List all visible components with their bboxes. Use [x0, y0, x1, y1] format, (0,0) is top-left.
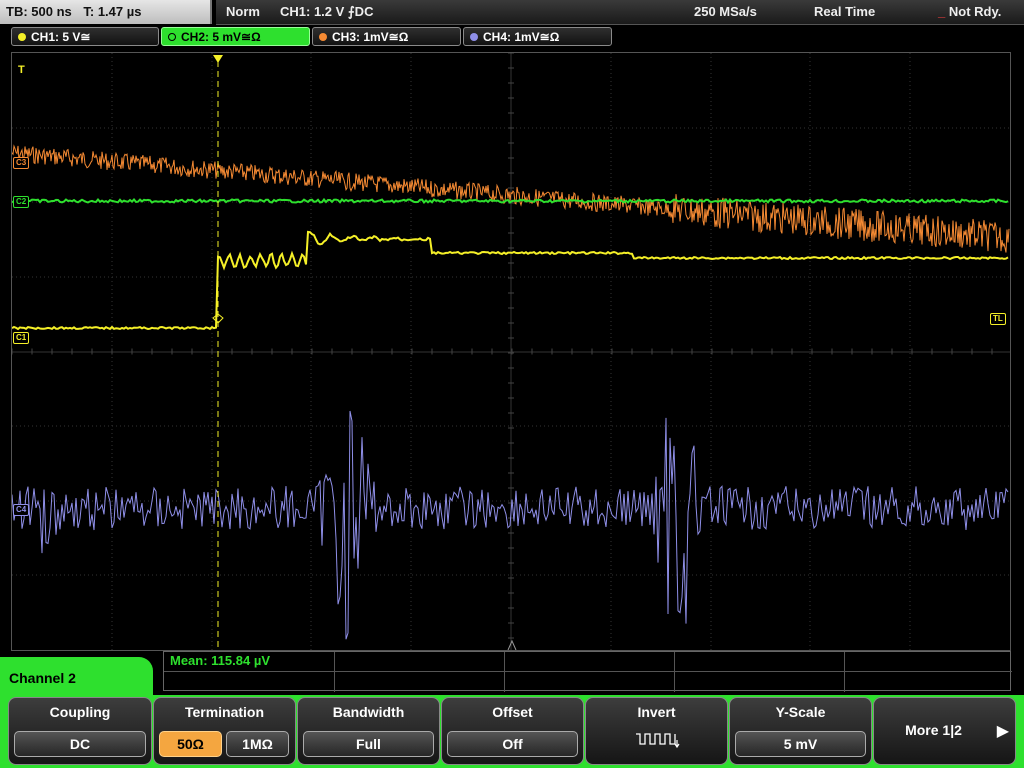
ch4-label: CH4: 1mV≅Ω	[483, 30, 560, 44]
trigger-mode[interactable]: Norm	[226, 0, 260, 24]
acquisition-status-strip: Norm CH1: 1.2 V ⨍DC 250 MSa/s Real Time …	[216, 0, 1024, 25]
ch2-label: CH2: 5 mV≅Ω	[181, 30, 261, 44]
coupling-softkey[interactable]: Coupling DC	[8, 697, 152, 765]
ch1-waveform	[12, 230, 1009, 331]
measurement-bar: Mean: 115.84 µV	[163, 651, 1012, 692]
timebase-box[interactable]: TB: 500 ns T: 1.47 µs	[0, 0, 212, 24]
termination-1mohm-button[interactable]: 1MΩ	[226, 731, 289, 757]
graticule-grid	[12, 53, 1010, 650]
waveform-display[interactable]: T C3 C2 C1 C4 TL	[11, 52, 1011, 651]
coupling-value[interactable]: DC	[14, 731, 146, 757]
timebase-value: TB: 500 ns	[6, 4, 72, 19]
ch4-color-dot	[470, 33, 478, 41]
channel-tab-ch2[interactable]: CH2: 5 mV≅Ω	[161, 27, 310, 46]
y-scale-softkey[interactable]: Y-Scale 5 mV	[729, 697, 872, 765]
termination-softkey[interactable]: Termination 50Ω 1MΩ	[153, 697, 296, 765]
bandwidth-softkey[interactable]: Bandwidth Full	[297, 697, 440, 765]
ch2-color-dot	[168, 33, 176, 41]
ch4-waveform	[12, 410, 1009, 640]
top-status-bar: TB: 500 ns T: 1.47 µs Norm CH1: 1.2 V ⨍D…	[0, 0, 1024, 25]
ch3-label: CH3: 1mV≅Ω	[332, 30, 409, 44]
menu-title: Channel 2	[0, 657, 153, 699]
y-scale-label: Y-Scale	[775, 704, 826, 720]
sample-rate: 250 MSa/s	[694, 4, 757, 19]
ch2-offset-marker[interactable]: C2	[13, 196, 30, 208]
offset-label: Offset	[492, 704, 533, 720]
ch1-label: CH1: 5 V≅	[31, 30, 91, 44]
termination-label: Termination	[184, 704, 265, 720]
channel-tab-ch4[interactable]: CH4: 1mV≅Ω	[463, 27, 612, 46]
more-label: More 1|2	[905, 722, 962, 738]
measurement-cell	[335, 652, 505, 692]
ch1-color-dot	[18, 33, 26, 41]
channel-tab-ch1[interactable]: CH1: 5 V≅	[11, 27, 159, 46]
channel-tab-ch3[interactable]: CH3: 1mV≅Ω	[312, 27, 461, 46]
run-status: Not Rdy.	[948, 4, 1002, 19]
acquisition-mode: Real Time	[814, 4, 876, 19]
offset-softkey[interactable]: Offset Off	[441, 697, 584, 765]
invert-label: Invert	[637, 704, 676, 720]
ch3-color-dot	[319, 33, 327, 41]
more-softkey[interactable]: More 1|2 ▶	[873, 697, 1016, 765]
measurement-cell	[505, 652, 675, 692]
bandwidth-value[interactable]: Full	[303, 731, 434, 757]
trigger-source[interactable]: CH1: 1.2 V ⨍DC	[280, 0, 373, 24]
measurement-cell	[675, 652, 845, 692]
right-arrow-icon: ▶	[996, 723, 1009, 740]
coupling-label: Coupling	[49, 704, 111, 720]
invert-softkey[interactable]: Invert	[585, 697, 728, 765]
measurement-divider	[164, 671, 1012, 672]
trigger-time-value: T: 1.47 µs	[83, 4, 142, 19]
trigger-position-marker: T	[18, 64, 25, 76]
y-scale-value[interactable]: 5 mV	[735, 731, 866, 757]
termination-50ohm-button[interactable]: 50Ω	[159, 731, 222, 757]
center-marker-icon	[507, 639, 517, 650]
ch1-offset-marker[interactable]: C1	[13, 332, 30, 344]
offset-value[interactable]: Off	[447, 731, 578, 757]
ch3-offset-marker[interactable]: C3	[13, 157, 30, 169]
waveform-canvas	[12, 53, 1010, 650]
status-indicator-mark: _	[938, 4, 946, 19]
ch4-offset-marker[interactable]: C4	[13, 504, 30, 516]
trigger-level-marker[interactable]: TL	[990, 313, 1006, 325]
mean-measurement: Mean: 115.84 µV	[170, 653, 270, 668]
status-indicator: _ Not Rdy.	[938, 0, 1001, 24]
bandwidth-label: Bandwidth	[332, 704, 405, 720]
inverted-square-wave-icon	[636, 733, 680, 749]
trigger-position-icon	[213, 55, 223, 63]
